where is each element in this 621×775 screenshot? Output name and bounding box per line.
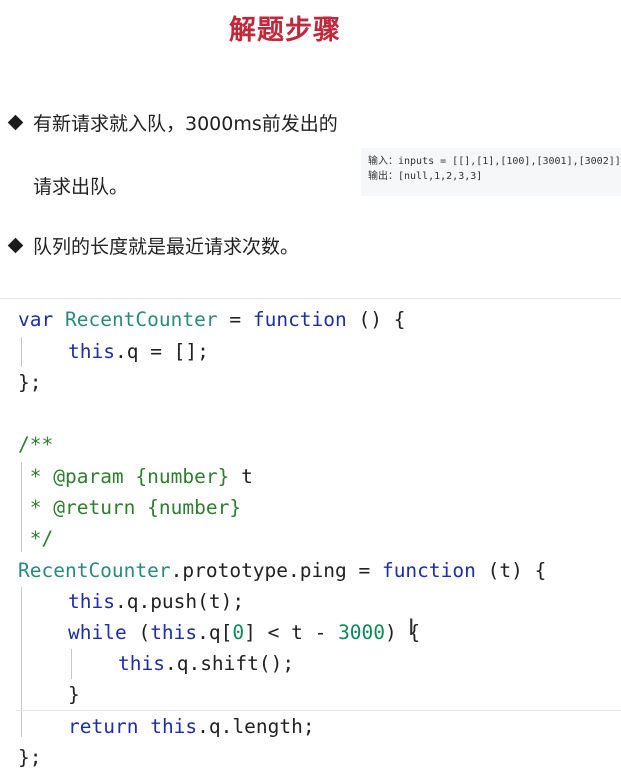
code-line: this.q.shift(); bbox=[118, 652, 295, 675]
diamond-bullet-icon bbox=[7, 237, 24, 254]
code-editor[interactable]: var RecentCounter = function () { this.q… bbox=[0, 298, 621, 775]
code-line: * @return {number} bbox=[18, 496, 242, 519]
indent-guide bbox=[71, 649, 72, 679]
code-line: RecentCounter.prototype.ping = function … bbox=[18, 559, 547, 582]
code-line: this.q.push(t); bbox=[68, 590, 245, 613]
code-line: * @param {number} t bbox=[18, 465, 253, 488]
code-line: }; bbox=[18, 371, 42, 394]
code-line: while (this.q[0] < t - 3000) { bbox=[68, 621, 421, 644]
indent-guide bbox=[21, 337, 22, 367]
indent-guide bbox=[21, 587, 22, 737]
bullet-item: 队列的长度就是最近请求次数。 bbox=[7, 232, 300, 259]
code-line: /** bbox=[18, 433, 54, 456]
current-line-highlight bbox=[16, 710, 621, 711]
code-line: var RecentCounter = function () { bbox=[18, 308, 406, 331]
example-box: 输入：inputs = [[],[1],[100],[3001],[3002]]… bbox=[361, 148, 621, 196]
code-line: } bbox=[68, 683, 80, 706]
code-line: this.q = []; bbox=[68, 340, 209, 363]
bullet-text: 有新请求就入队，3000ms前发出的 bbox=[33, 113, 338, 135]
bullet-continuation: 请求出队。 bbox=[33, 176, 129, 198]
bullet-item: 有新请求就入队，3000ms前发出的 bbox=[7, 109, 338, 136]
text-cursor-icon: I bbox=[408, 616, 415, 641]
code-line: return this.q.length; bbox=[68, 715, 315, 738]
code-line: */ bbox=[18, 527, 54, 550]
example-input: 输入：inputs = [[],[1],[100],[3001],[3002]] bbox=[368, 156, 621, 167]
example-output: 输出：[null,1,2,3,3] bbox=[368, 171, 483, 182]
diamond-bullet-icon bbox=[7, 114, 24, 131]
page-title: 解题步骤 bbox=[229, 15, 341, 46]
code-line: }; bbox=[18, 746, 42, 769]
bullet-text: 队列的长度就是最近请求次数。 bbox=[33, 236, 300, 258]
